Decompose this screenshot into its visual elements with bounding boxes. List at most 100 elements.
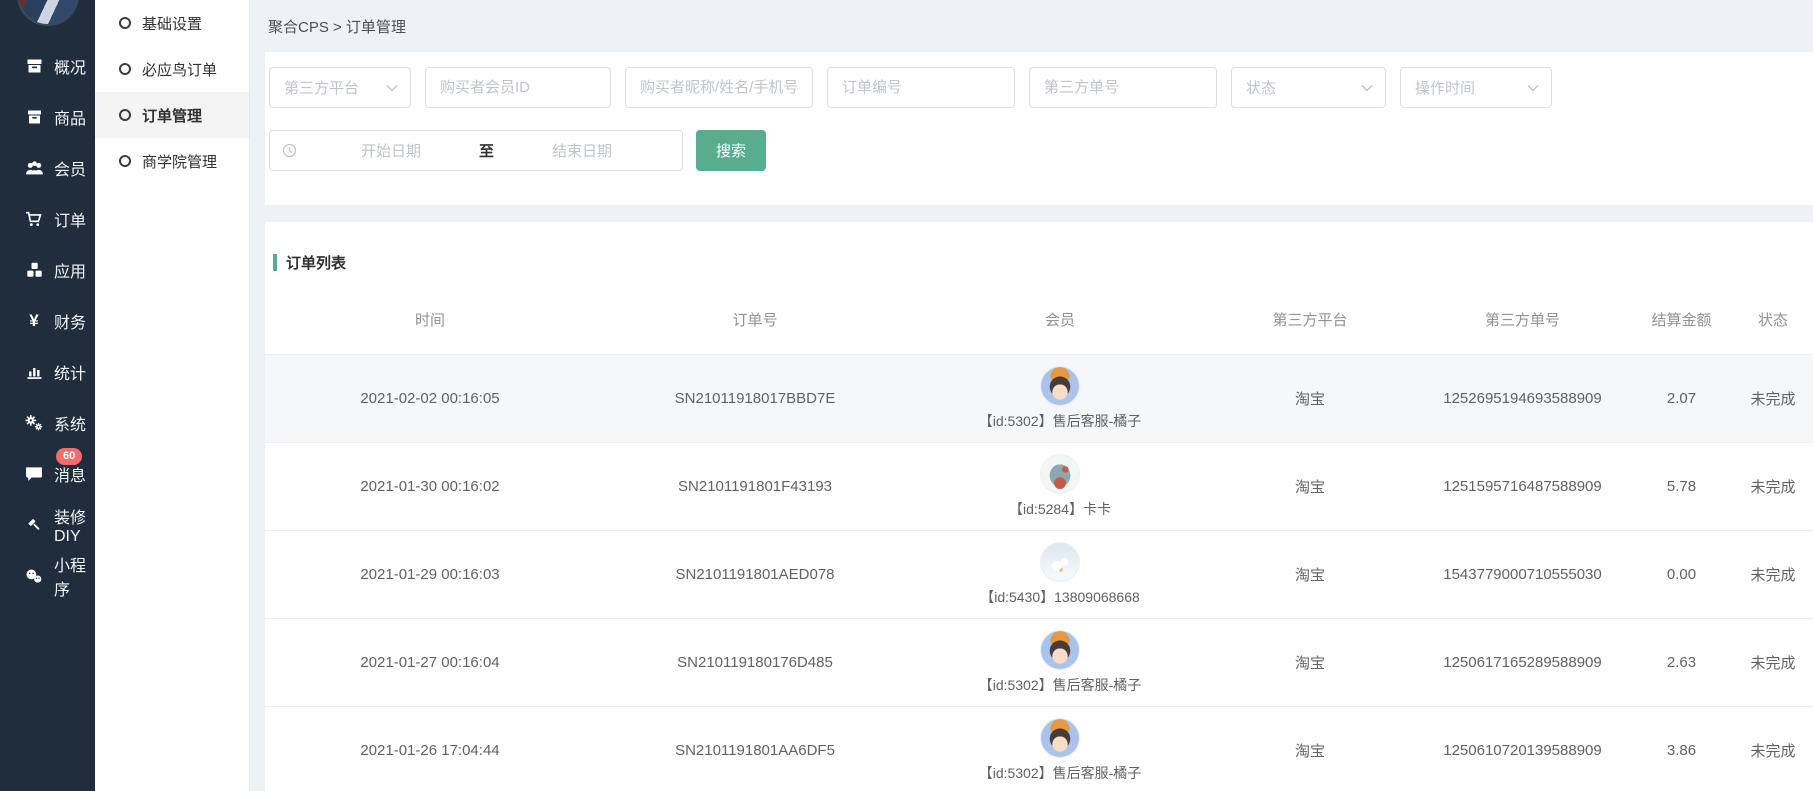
sidebar-item-label: 消息 [54, 462, 86, 486]
sidebar-item-finance[interactable]: ¥ 财务 [0, 295, 95, 346]
status-select-placeholder: 状态 [1246, 77, 1276, 98]
sidebar-item-overview[interactable]: 概况 [0, 40, 95, 91]
member-avatar[interactable] [1040, 630, 1080, 670]
cell-status: 未完成 [1733, 564, 1813, 585]
sidebar-item-label: 会员 [54, 156, 86, 180]
table-row[interactable]: 2021-01-29 00:16:03 SN2101191801AED078 【… [265, 531, 1813, 619]
title-accent-bar [273, 254, 277, 271]
cell-status: 未完成 [1733, 740, 1813, 761]
sidebar-item-label: 商品 [54, 105, 86, 129]
apps-icon [24, 261, 44, 279]
platform-select[interactable]: 第三方平台 [269, 67, 411, 108]
filter-panel: 第三方平台 状态 操作时间 [265, 52, 1813, 205]
order-no-input[interactable] [827, 67, 1015, 108]
cell-platform: 淘宝 [1205, 388, 1415, 409]
member-avatar[interactable] [1040, 454, 1080, 494]
third-party-no-input[interactable] [1029, 67, 1217, 108]
message-count-badge: 60 [56, 448, 82, 465]
sidebar-item-label: 装修DIY [54, 504, 95, 546]
start-date-placeholder[interactable]: 开始日期 [303, 140, 479, 161]
cell-time: 2021-01-26 17:04:44 [265, 742, 595, 759]
cell-order-no: SN210119180176D485 [595, 654, 915, 671]
sidebar-item-members[interactable]: 会员 [0, 142, 95, 193]
end-date-placeholder[interactable]: 结束日期 [494, 140, 670, 161]
cell-member: 【id:5302】售后客服-橘子 [915, 718, 1205, 783]
diy-icon [24, 516, 44, 534]
sidebar-item-messages[interactable]: 60 消息 [0, 448, 95, 499]
cell-third-no: 1250617165289588909 [1415, 654, 1630, 671]
primary-sidebar: 概况 商品 会员 订单 应用 ¥ 财务 [0, 0, 95, 791]
finance-icon: ¥ [24, 312, 44, 330]
date-range-picker[interactable]: 开始日期 至 结束日期 [269, 130, 683, 171]
sidebar-item-label: 财务 [54, 309, 86, 333]
menu-item-label: 商学院管理 [142, 151, 217, 172]
table-row[interactable]: 2021-01-27 00:16:04 SN210119180176D485 【… [265, 619, 1813, 707]
member-avatar[interactable] [1040, 718, 1080, 758]
order-list-title: 订单列表 [265, 252, 1813, 273]
cell-platform: 淘宝 [1205, 652, 1415, 673]
sidebar-item-label: 统计 [54, 360, 86, 384]
member-id-input[interactable] [425, 67, 611, 108]
buyer-input[interactable] [625, 67, 813, 108]
cell-order-no: SN2101191801F43193 [595, 478, 915, 495]
miniprogram-icon [24, 567, 44, 585]
system-icon [24, 414, 44, 432]
column-header-order-no: 订单号 [595, 309, 915, 330]
column-header-third-no: 第三方单号 [1415, 309, 1630, 330]
sidebar-item-goods[interactable]: 商品 [0, 91, 95, 142]
cell-status: 未完成 [1733, 388, 1813, 409]
cell-member: 【id:5302】售后客服-橘子 [915, 366, 1205, 431]
cell-third-no: 1543779000710555030 [1415, 566, 1630, 583]
menu-item-label: 必应鸟订单 [142, 59, 217, 80]
orders-icon [24, 210, 44, 228]
app-root: 概况 商品 会员 订单 应用 ¥ 财务 [0, 0, 1813, 791]
chevron-down-icon [1361, 84, 1373, 92]
user-avatar[interactable] [17, 0, 79, 26]
goods-icon [24, 108, 44, 126]
operation-time-placeholder: 操作时间 [1415, 77, 1475, 98]
sidebar-item-miniprogram[interactable]: 小程序 [0, 550, 95, 601]
sidebar-item-label: 应用 [54, 258, 86, 282]
circle-icon [119, 109, 131, 121]
overview-icon [24, 57, 44, 75]
secondary-menu: 基础设置 必应鸟订单 订单管理 商学院管理 [95, 0, 250, 791]
member-avatar[interactable] [1040, 366, 1080, 406]
circle-icon [119, 17, 131, 29]
cell-third-no: 1251595716487588909 [1415, 478, 1630, 495]
search-button[interactable]: 搜索 [696, 130, 766, 171]
table-row[interactable]: 2021-01-26 17:04:44 SN2101191801AA6DF5 【… [265, 707, 1813, 791]
menu-item-order-management[interactable]: 订单管理 [95, 92, 249, 138]
menu-item-academy-management[interactable]: 商学院管理 [95, 138, 249, 184]
cell-time: 2021-01-27 00:16:04 [265, 654, 595, 671]
sidebar-item-system[interactable]: 系统 [0, 397, 95, 448]
sidebar-item-label: 概况 [54, 54, 86, 78]
section-gap [250, 205, 1813, 222]
sidebar-item-stats[interactable]: 统计 [0, 346, 95, 397]
menu-item-label: 基础设置 [142, 13, 202, 34]
cell-status: 未完成 [1733, 652, 1813, 673]
circle-icon [119, 155, 131, 167]
filter-row-2: 开始日期 至 结束日期 搜索 [269, 130, 1813, 171]
member-name: 【id:5302】售后客服-橘子 [979, 411, 1142, 431]
sidebar-item-label: 订单 [54, 207, 86, 231]
clock-icon [282, 143, 297, 158]
filter-row-1: 第三方平台 状态 操作时间 [269, 67, 1813, 108]
cell-time: 2021-02-02 00:16:05 [265, 390, 595, 407]
sidebar-item-apps[interactable]: 应用 [0, 244, 95, 295]
sidebar-item-diy[interactable]: 装修DIY [0, 499, 95, 550]
chevron-down-icon [386, 84, 398, 92]
sidebar-item-label: 系统 [54, 411, 86, 435]
sidebar-item-orders[interactable]: 订单 [0, 193, 95, 244]
menu-item-bingbird-orders[interactable]: 必应鸟订单 [95, 46, 249, 92]
cell-third-no: 1252695194693588909 [1415, 390, 1630, 407]
member-name: 【id:5302】售后客服-橘子 [979, 675, 1142, 695]
cell-amount: 2.63 [1630, 654, 1733, 671]
table-row[interactable]: 2021-02-02 00:16:05 SN21011918017BBD7E 【… [265, 355, 1813, 443]
member-avatar[interactable] [1040, 542, 1080, 582]
circle-icon [119, 63, 131, 75]
cell-status: 未完成 [1733, 476, 1813, 497]
operation-time-select[interactable]: 操作时间 [1400, 67, 1552, 108]
table-row[interactable]: 2021-01-30 00:16:02 SN2101191801F43193 【… [265, 443, 1813, 531]
status-select[interactable]: 状态 [1231, 67, 1386, 108]
menu-item-basic-settings[interactable]: 基础设置 [95, 0, 249, 46]
